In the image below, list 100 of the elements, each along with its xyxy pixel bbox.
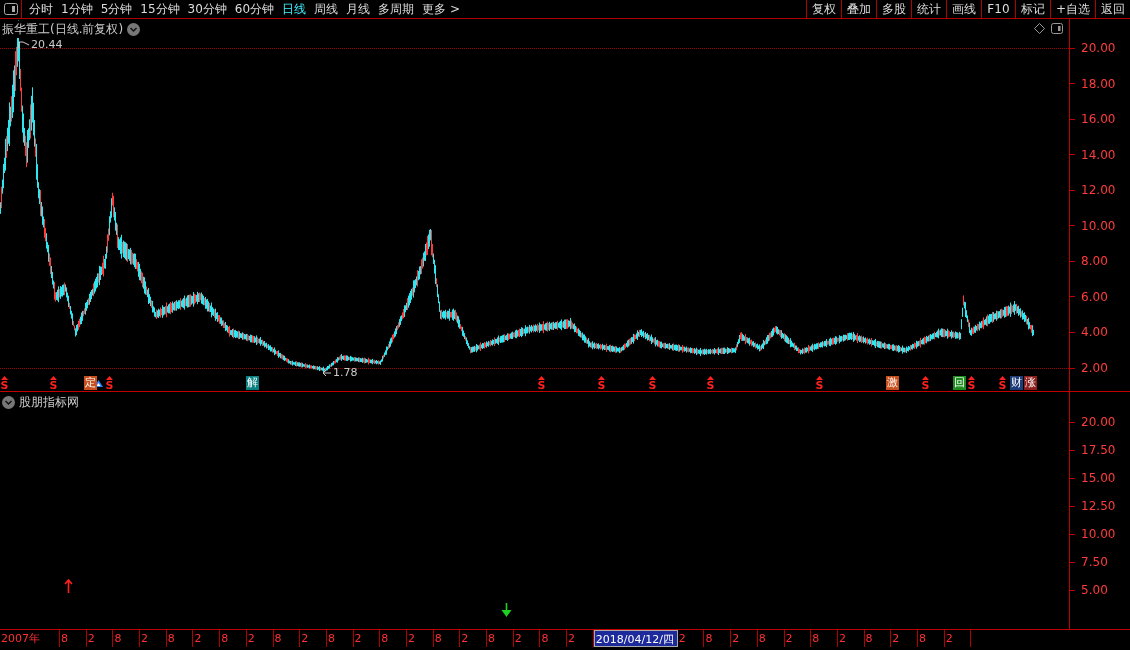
signal-label: S [49,380,58,391]
up-triangle-icon [649,376,656,380]
period-tab[interactable]: 5分钟 [100,0,133,18]
axis-label: 17.50 [1081,443,1116,457]
time-axis-label: 8 [166,630,194,647]
time-axis-label: 2 [193,630,221,647]
time-axis-label: 8 [540,630,568,647]
dropdown-icon[interactable] [127,23,141,36]
axis-label: 20.00 [1081,415,1116,429]
up-triangle-icon [922,376,929,380]
time-axis-label: 8 [380,630,407,647]
axis-label: 8.00 [1081,254,1108,269]
up-triangle-icon [707,376,714,380]
up-triangle-icon [816,376,823,380]
time-axis-label: 8 [220,630,247,647]
time-axis-label: 2 [246,630,274,647]
period-tab[interactable]: 更多 > [422,0,460,18]
period-tab[interactable]: 周线 [314,0,339,18]
time-axis-label: 8 [487,630,514,647]
signal-label: S [921,380,930,391]
up-triangle-icon [598,376,605,380]
time-axis-label: 2 [837,630,865,647]
event-badge[interactable]: 定 [84,376,97,390]
chart-title: 振华重工(日线.前复权) [2,21,124,38]
time-axis-label: 2 [406,630,434,647]
time-axis-label: 2 [567,630,594,647]
up-arrow-icon [64,579,73,593]
axis-label: 15.00 [1081,471,1116,485]
time-axis-label: 2 [140,630,167,647]
time-axis-label: 2 [86,630,114,647]
time-axis-label: 2 [677,630,705,647]
signal-label: S [706,380,715,391]
time-axis-label: 2 [944,630,972,647]
period-tab[interactable]: 1分钟 [61,0,93,18]
axis-label: 14.00 [1081,147,1116,162]
event-badge[interactable]: 涨 [1024,376,1037,390]
time-axis-label: 8 [757,630,785,647]
up-triangle-icon [999,376,1006,380]
time-axis-label: 2 [784,630,812,647]
time-axis-label: 2 [460,630,487,647]
signal-label: S [105,380,114,391]
dropdown-icon[interactable] [2,396,15,409]
period-tab[interactable]: 分时 [29,0,53,18]
period-tab[interactable]: 15分钟 [140,0,180,18]
up-triangle-icon [106,376,113,380]
axis-label: 18.00 [1081,76,1116,91]
diamond-icon[interactable] [1034,23,1046,34]
axis-label: 7.50 [1081,555,1108,569]
time-axis-label: 8 [864,630,892,647]
period-tab[interactable]: 30分钟 [187,0,227,18]
time-axis-label: 8 [113,630,141,647]
pointer-icon [322,368,332,377]
period-tab[interactable]: 60分钟 [234,0,275,18]
low-price-label: 1.78 [333,366,358,379]
time-axis-label: 2 [300,630,327,647]
time-axis-label: 8 [917,630,945,647]
up-triangle-icon [1,376,8,380]
down-arrow-icon [501,603,512,617]
time-axis-label: 2 [731,630,758,647]
event-badge[interactable]: 财 [1010,376,1023,390]
event-badge[interactable]: 回 [953,376,966,390]
up-triangle-icon [50,376,57,380]
signal-label: S [998,380,1007,391]
indicator-title: 股朋指标网 [19,394,79,411]
signal-label: S [648,380,657,391]
time-axis-label: 8 [60,630,87,647]
time-axis-label: 8 [433,630,461,647]
pointer-icon [18,40,30,49]
panel-toggle-icon[interactable] [1051,23,1064,34]
period-tab[interactable]: 日线 [282,0,307,18]
time-axis-label: 8 [704,630,732,647]
axis-label: 5.00 [1081,583,1108,597]
signal-label: S [967,380,976,391]
signal-label: S [0,380,9,391]
period-tab[interactable]: 多周期 [378,0,415,18]
axis-label: 10.00 [1081,218,1116,233]
time-axis-label: 8 [811,630,838,647]
axis-label: 12.50 [1081,499,1116,513]
axis-label: 10.00 [1081,527,1116,541]
time-axis-label: 2 [513,630,541,647]
up-triangle-icon [538,376,545,380]
signal-label: S [815,380,824,391]
period-tab[interactable]: 月线 [346,0,371,18]
time-axis-label: 2007年 [0,630,60,647]
event-badge[interactable]: 激 [886,376,899,390]
signal-label: S [597,380,606,391]
up-triangle-icon [968,376,975,380]
time-axis-label: 8 [326,630,354,647]
axis-label: 2.00 [1081,361,1108,376]
axis-label: 6.00 [1081,289,1108,304]
event-badge[interactable]: 解 [246,376,259,390]
axis-label: 12.00 [1081,183,1116,198]
panel-toggle-icon[interactable] [3,3,18,15]
axis-label: 20.00 [1081,41,1116,55]
cursor-date-label: 2018/04/12/四 [593,630,678,647]
axis-label: 16.00 [1081,112,1116,127]
signal-label: S [537,380,546,391]
time-axis-label: 2 [353,630,381,647]
time-axis-label: 2 [891,630,918,647]
high-price-label: 20.44 [31,38,63,51]
